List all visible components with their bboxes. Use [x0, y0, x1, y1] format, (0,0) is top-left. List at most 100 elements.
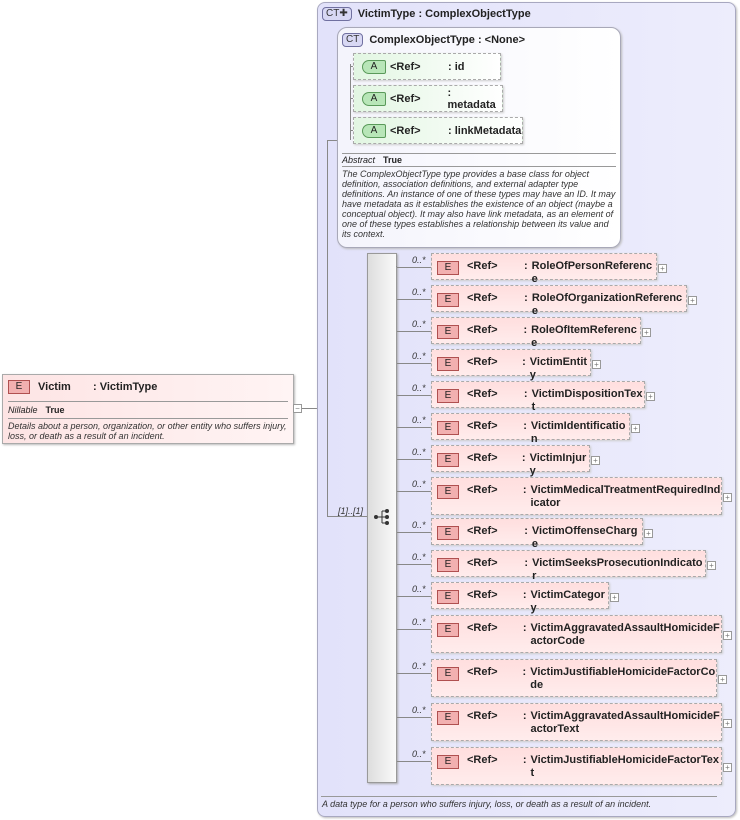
element-item[interactable]: E <Ref> : VictimJustifiableHomicideFacto… — [431, 659, 717, 697]
connector — [397, 459, 431, 460]
attribute-item[interactable]: A <Ref> : linkMetadata — [353, 117, 523, 144]
element-item[interactable]: E <Ref> : VictimOffenseCharge — [431, 518, 643, 550]
element-ref: <Ref> — [467, 420, 498, 432]
expand-icon[interactable]: + — [642, 327, 651, 337]
element-name: VictimAggravatedAssaultHomicideFactorCod… — [530, 622, 720, 647]
element-item[interactable]: E <Ref> : VictimAggravatedAssaultHomicid… — [431, 703, 722, 741]
victim-element[interactable]: E Victim : VictimType Nillable True Deta… — [2, 374, 294, 444]
expand-icon[interactable]: + — [688, 295, 697, 305]
nillable-label: Nillable — [8, 405, 38, 415]
attribute-badge-icon: A — [362, 60, 386, 74]
connector — [397, 363, 431, 364]
element-ref: <Ref> — [467, 260, 498, 272]
element-badge-icon: E — [437, 325, 459, 339]
attribute-item[interactable]: A <Ref> : id — [353, 53, 501, 80]
element-item[interactable]: E <Ref> : VictimAggravatedAssaultHomicid… — [431, 615, 722, 653]
attribute-name: : linkMetadata — [448, 124, 522, 137]
element-item[interactable]: E <Ref> : VictimInjury — [431, 445, 590, 477]
connector — [397, 717, 431, 718]
element-item[interactable]: E <Ref> : VictimMedicalTreatmentRequired… — [431, 477, 722, 515]
nillable-value: True — [45, 405, 65, 415]
element-item[interactable]: E <Ref> : RoleOfOrganizationReference — [431, 285, 687, 317]
attribute-badge-icon: A — [362, 92, 386, 106]
element-item[interactable]: E <Ref> : RoleOfItemReference — [431, 317, 641, 349]
expand-icon[interactable]: + — [723, 493, 732, 502]
complex-object-type-documentation: The ComplexObjectType type provides a ba… — [342, 169, 616, 239]
element-ref: <Ref> — [467, 292, 498, 304]
element-item[interactable]: E <Ref> : VictimIdentification — [431, 413, 630, 445]
victim-type: : VictimType — [93, 381, 158, 393]
collapse-icon[interactable]: − — [293, 404, 302, 413]
element-multiplicity: 0..* — [412, 351, 426, 361]
element-badge-icon: E — [437, 421, 459, 435]
complex-object-type-title: ComplexObjectType : <None> — [369, 34, 526, 46]
element-multiplicity: 0..* — [412, 584, 426, 594]
connector — [397, 532, 431, 533]
element-badge-icon: E — [437, 389, 459, 403]
expand-icon[interactable]: + — [610, 592, 619, 602]
element-ref: <Ref> — [467, 452, 498, 464]
sequence-multiplicity: [1]..[1] — [338, 506, 364, 516]
element-item[interactable]: E <Ref> : VictimEntity — [431, 349, 591, 381]
expand-icon[interactable]: + — [723, 719, 732, 728]
victim-name: Victim — [38, 381, 71, 393]
divider — [321, 796, 717, 797]
element-ref: <Ref> — [467, 388, 498, 400]
element-item[interactable]: E <Ref> : VictimDispositionText — [431, 381, 645, 413]
complex-type-icon: CT — [342, 33, 364, 47]
expand-icon[interactable]: + — [592, 359, 601, 369]
connector — [397, 629, 431, 630]
element-badge-icon: E — [437, 261, 459, 275]
element-badge-icon: E — [437, 453, 459, 467]
element-multiplicity: 0..* — [412, 552, 426, 562]
abstract-value: True — [383, 155, 403, 165]
element-badge-icon: E — [437, 357, 459, 371]
attribute-name: : metadata — [447, 86, 496, 111]
element-name: RoleOfItemReference — [531, 324, 637, 349]
attribute-item[interactable]: A <Ref> : metadata — [353, 85, 503, 112]
element-multiplicity: 0..* — [412, 705, 426, 715]
expand-icon[interactable]: + — [591, 455, 600, 465]
connector — [397, 299, 431, 300]
connector — [350, 64, 351, 140]
expand-icon[interactable]: + — [631, 423, 640, 433]
attribute-ref: <Ref> — [390, 92, 421, 105]
expand-icon[interactable]: + — [723, 631, 732, 640]
element-ref: <Ref> — [467, 356, 498, 368]
victim-type-title: VictimType : ComplexObjectType — [357, 8, 531, 20]
element-ref: <Ref> — [467, 710, 498, 722]
element-item[interactable]: E <Ref> : VictimSeeksProsecutionIndicato… — [431, 550, 706, 582]
expand-icon[interactable]: + — [707, 560, 716, 570]
expand-icon[interactable]: + — [718, 675, 727, 684]
element-multiplicity: 0..* — [412, 617, 426, 627]
element-item[interactable]: E <Ref> : VictimJustifiableHomicideFacto… — [431, 747, 722, 785]
element-name: VictimDispositionText — [531, 388, 643, 413]
element-multiplicity: 0..* — [412, 287, 426, 297]
element-ref: <Ref> — [467, 589, 498, 601]
expand-icon[interactable]: + — [644, 528, 653, 538]
element-badge-icon: E — [437, 623, 459, 637]
connector — [397, 427, 431, 428]
connector — [397, 267, 431, 268]
element-badge-icon: E — [437, 711, 459, 725]
element-multiplicity: 0..* — [412, 479, 426, 489]
element-name: VictimJustifiableHomicideFactorCode — [530, 666, 716, 691]
element-multiplicity: 0..* — [412, 661, 426, 671]
complex-type-extension-icon: CT✚ — [322, 7, 352, 21]
connector — [302, 408, 317, 409]
expand-icon[interactable]: + — [658, 263, 667, 273]
connector — [397, 395, 431, 396]
element-item[interactable]: E <Ref> : VictimCategory — [431, 582, 609, 614]
attribute-badge-icon: A — [362, 124, 386, 138]
element-ref: <Ref> — [467, 622, 498, 634]
victim-type-documentation: A data type for a person who suffers inj… — [322, 799, 652, 809]
element-item[interactable]: E <Ref> : RoleOfPersonReference — [431, 253, 657, 285]
element-name: VictimOffenseCharge — [531, 525, 638, 550]
sequence-icon — [374, 509, 389, 525]
element-multiplicity: 0..* — [412, 749, 426, 759]
abstract-label: Abstract — [342, 155, 376, 165]
expand-icon[interactable]: + — [723, 763, 732, 772]
expand-icon[interactable]: + — [646, 391, 655, 401]
element-badge-icon: E — [437, 485, 459, 499]
element-multiplicity: 0..* — [412, 383, 426, 393]
